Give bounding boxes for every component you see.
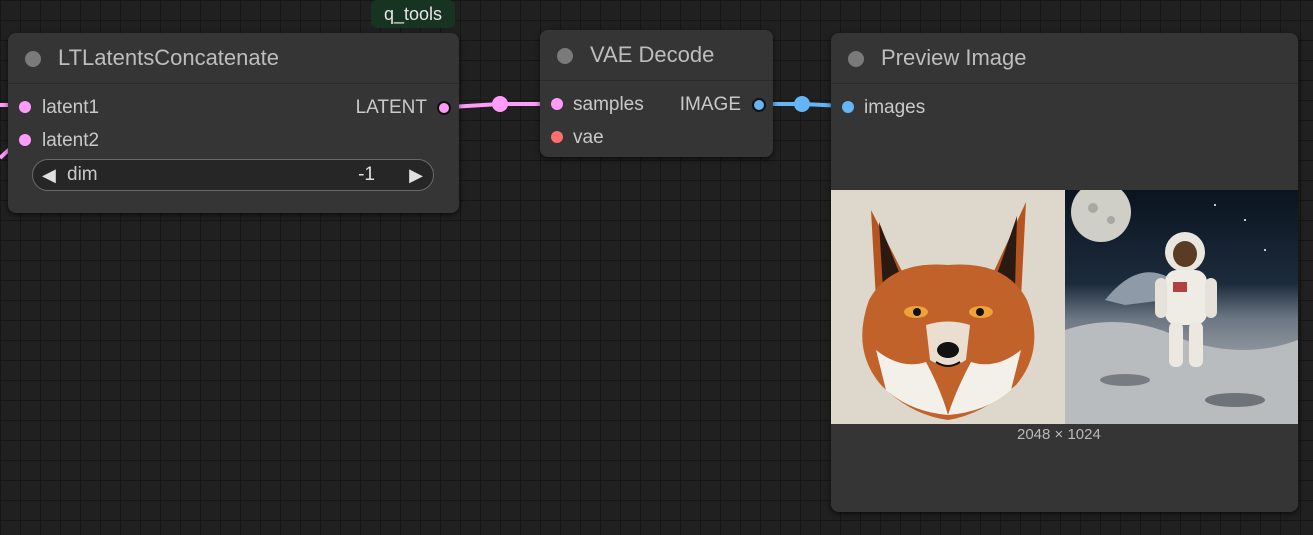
image-size-caption: 2048 × 1024 [1017,426,1101,443]
samples-input-label: samples [573,94,644,115]
vae-input-label: vae [573,127,604,148]
decrement-arrow-icon[interactable]: ◀ [42,160,56,190]
images-input-label: images [864,97,926,118]
image-wire-midpoint [794,96,810,112]
node-title: Preview Image [881,45,1027,70]
latent-output-label: LATENT [355,97,427,118]
dim-widget[interactable]: ◀ dim -1 ▶ [32,159,434,191]
latent2-input-label: latent2 [42,130,100,151]
latent1-input-label: latent1 [42,97,100,118]
fox-illustration [862,202,1035,420]
image-output-dot[interactable] [752,98,766,112]
astronaut-image-panel[interactable] [1065,190,1298,424]
collapse-dot-icon[interactable] [848,51,864,67]
latents-concatenate-node[interactable]: LTLatentsConcatenate latent1 latent2 LAT… [8,33,459,213]
latent-output-dot[interactable] [437,101,451,115]
collapse-dot-icon[interactable] [557,48,573,64]
vae-decode-node[interactable]: VAE Decode samples vae IMAGE [540,30,773,157]
preview-image-node[interactable]: Preview Image images 2048 × 1024 [831,33,1298,512]
node-title-bar[interactable]: VAE Decode [540,30,773,81]
latent2-input-dot[interactable] [19,134,31,146]
astronaut-illustration [1065,190,1298,424]
group-badge[interactable]: q_tools [371,0,455,28]
image-output-label: IMAGE [679,94,741,115]
increment-arrow-icon[interactable]: ▶ [409,160,423,190]
node-title: VAE Decode [590,42,715,67]
node-title: LTLatentsConcatenate [58,45,279,70]
latent-wire-midpoint [492,96,508,112]
collapse-dot-icon[interactable] [25,51,41,67]
dim-value[interactable]: -1 [358,160,375,190]
latent1-input-dot[interactable] [19,101,31,113]
dim-label: dim [67,164,98,185]
node-title-bar[interactable]: LTLatentsConcatenate [8,33,459,84]
node-title-bar[interactable]: Preview Image [831,33,1298,84]
samples-input-dot[interactable] [551,98,563,110]
images-input-dot[interactable] [842,101,854,113]
vae-input-dot[interactable] [551,131,563,143]
fox-image-panel[interactable] [831,190,1065,424]
